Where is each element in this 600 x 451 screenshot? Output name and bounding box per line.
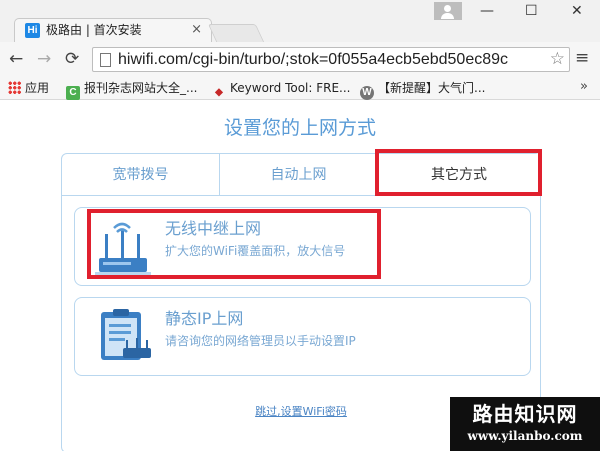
back-button[interactable]: ← bbox=[9, 50, 23, 68]
page-title: 设置您的上网方式 bbox=[223, 117, 376, 139]
watermark: 路由知识网 www.yilanbo.com bbox=[450, 397, 600, 451]
bookmark-magazines[interactable]: C 报刊杂志网站大全_... bbox=[66, 80, 197, 100]
wordpress-icon: W bbox=[360, 86, 374, 100]
apps-grid-icon bbox=[8, 81, 21, 94]
highlight-box-option bbox=[87, 209, 381, 279]
address-bar[interactable]: hiwifi.com/cgi-bin/turbo/;stok=0f055a4ec… bbox=[92, 47, 570, 72]
watermark-url: www.yilanbo.com bbox=[467, 429, 583, 443]
tab-dhcp[interactable]: 自动上网 bbox=[220, 154, 378, 196]
option-description: 请咨询您的网络管理员以手动设置IP bbox=[165, 334, 356, 348]
bookmarks-overflow-icon[interactable]: » bbox=[580, 79, 588, 95]
tab-close-icon[interactable]: × bbox=[191, 22, 202, 37]
maximize-button[interactable]: ☐ bbox=[525, 3, 538, 19]
window-close-button[interactable]: ✕ bbox=[571, 3, 583, 19]
highlight-box-tab bbox=[375, 149, 542, 196]
c-icon: C bbox=[66, 86, 80, 100]
browser-menu-icon[interactable]: ≡ bbox=[575, 48, 589, 68]
bookmark-keyword-tool[interactable]: ◆ Keyword Tool: FRE... bbox=[212, 80, 350, 100]
hiwifi-favicon-icon: Hi bbox=[25, 23, 40, 38]
title-bar: Hi 极路由 | 首次安装 × — ☐ ✕ bbox=[0, 0, 600, 42]
bookmarks-bar: 应用 C 报刊杂志网站大全_... ◆ Keyword Tool: FRE... W… bbox=[0, 76, 600, 100]
option-static-ip[interactable]: 静态IP上网 请咨询您的网络管理员以手动设置IP bbox=[74, 297, 531, 376]
keyword-icon: ◆ bbox=[215, 87, 223, 98]
tab-title: 极路由 | 首次安装 bbox=[46, 23, 142, 37]
browser-toolbar: ← → ⟳ hiwifi.com/cgi-bin/turbo/;stok=0f0… bbox=[0, 42, 600, 76]
address-url[interactable]: hiwifi.com/cgi-bin/turbo/;stok=0f055a4ec… bbox=[118, 50, 508, 70]
forward-button[interactable]: → bbox=[37, 50, 51, 68]
profile-icon[interactable] bbox=[434, 2, 462, 20]
watermark-title: 路由知识网 bbox=[472, 402, 578, 426]
clipboard-router-icon bbox=[101, 309, 151, 360]
bookmark-star-icon[interactable]: ☆ bbox=[547, 49, 565, 69]
bookmark-reminder[interactable]: W 【新提醒】大气门... bbox=[360, 80, 485, 100]
minimize-button[interactable]: — bbox=[480, 3, 494, 19]
reload-button[interactable]: ⟳ bbox=[65, 50, 79, 68]
bookmark-apps[interactable]: 应用 bbox=[8, 80, 49, 96]
new-tab-button[interactable] bbox=[207, 24, 265, 42]
browser-tab[interactable]: Hi 极路由 | 首次安装 × bbox=[14, 18, 212, 42]
tab-pppoe[interactable]: 宽带拨号 bbox=[62, 154, 220, 196]
page-icon bbox=[100, 53, 111, 67]
option-title: 静态IP上网 bbox=[165, 309, 244, 328]
